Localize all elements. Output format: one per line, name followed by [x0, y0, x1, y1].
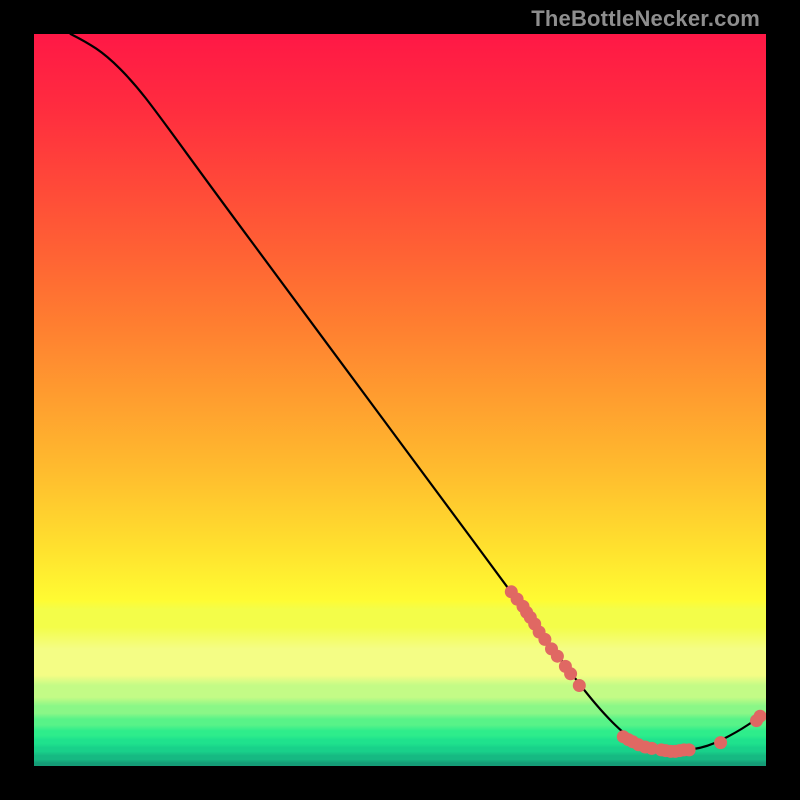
chart-svg	[34, 34, 766, 766]
data-point-marker	[573, 679, 586, 692]
watermark-text: TheBottleNecker.com	[531, 6, 760, 32]
data-point-marker	[551, 650, 564, 663]
data-point-marker	[714, 736, 727, 749]
plot-area	[34, 34, 766, 766]
chart-container: TheBottleNecker.com	[0, 0, 800, 800]
gradient-background	[34, 34, 766, 766]
data-point-marker	[564, 667, 577, 680]
data-point-marker	[754, 710, 766, 723]
data-point-marker	[683, 743, 696, 756]
